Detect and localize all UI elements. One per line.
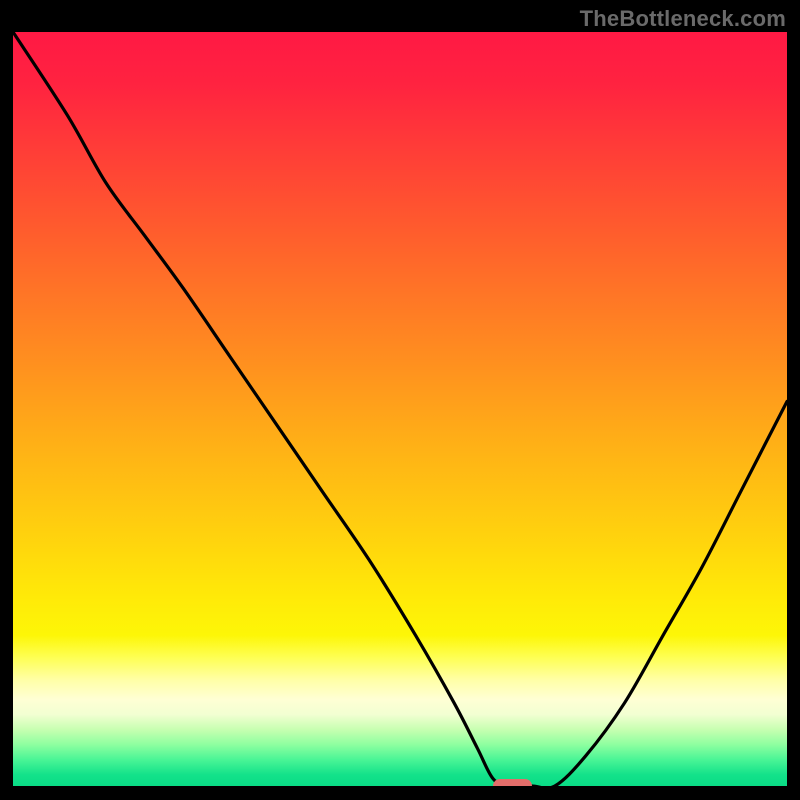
watermark-text: TheBottleneck.com	[580, 6, 786, 32]
chart-marker	[493, 779, 532, 786]
chart-curve	[13, 32, 787, 786]
chart-plot-area	[13, 32, 787, 786]
